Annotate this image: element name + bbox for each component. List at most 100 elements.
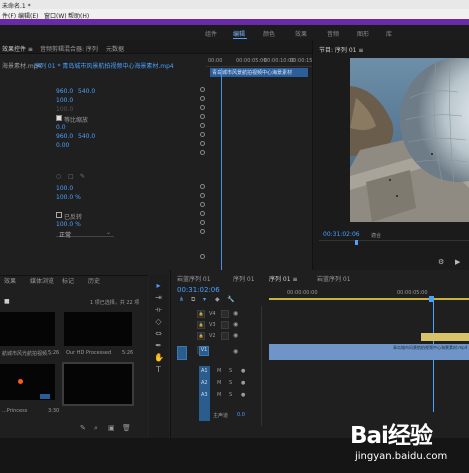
track-label-v1[interactable]: V1 — [199, 346, 209, 356]
track-sync-icon[interactable] — [221, 321, 229, 329]
tab-history[interactable]: 历史 — [88, 276, 100, 285]
workspace-tab-libraries[interactable]: 库 — [386, 29, 392, 38]
tab-markers[interactable]: 标记 — [62, 276, 74, 285]
master-track-value[interactable]: 0.0 — [237, 412, 245, 418]
reset-icon[interactable] — [200, 193, 205, 198]
tab-metadata[interactable]: 元数据 — [106, 44, 124, 53]
speed-value-2[interactable]: 100.0 % — [56, 221, 81, 228]
anchor-x-value[interactable]: 960.0 — [56, 133, 73, 140]
track-lock-icon[interactable]: 🔒 — [197, 321, 205, 329]
timeline-timecode[interactable]: 00:31:02:06 — [177, 286, 220, 294]
program-monitor-title[interactable]: 节目: 序列 01 ≡ — [319, 45, 363, 54]
pencil-icon[interactable]: ✎ — [80, 424, 86, 432]
new-item-icon[interactable]: ▣ — [108, 424, 115, 432]
wrench-icon[interactable]: ⚙ — [438, 258, 444, 266]
track-sync-icon[interactable] — [221, 332, 229, 340]
timeline-scrollbar[interactable] — [261, 306, 269, 426]
reset-icon[interactable] — [200, 229, 205, 234]
solo-button[interactable]: S — [229, 392, 232, 398]
program-timecode[interactable]: 00:31:02:06 — [323, 231, 360, 238]
track-sync-icon[interactable] — [221, 310, 229, 318]
reset-icon[interactable] — [200, 123, 205, 128]
program-playhead[interactable] — [355, 240, 358, 245]
solo-button[interactable]: S — [229, 380, 232, 386]
eye-icon[interactable]: ◉ — [233, 332, 238, 339]
reset-icon[interactable] — [200, 105, 205, 110]
tab-effect-controls[interactable]: 效果控件 ≡ — [2, 44, 33, 53]
reset-icon[interactable] — [200, 132, 205, 137]
position-y-value[interactable]: 540.0 — [78, 88, 95, 95]
solo-button[interactable]: S — [229, 368, 232, 374]
scale-value[interactable]: 100.0 — [56, 97, 73, 104]
timeline-tab[interactable]: 序列 01 — [233, 274, 255, 283]
keyframe-playhead[interactable] — [221, 68, 222, 275]
play-icon[interactable]: ▶ — [455, 258, 460, 266]
uniform-scale-checkbox[interactable] — [56, 115, 62, 121]
mic-icon[interactable]: ● — [241, 380, 245, 386]
wrench-icon[interactable]: 🔧 — [227, 296, 234, 303]
eye-icon[interactable]: ◉ — [233, 348, 238, 355]
workspace-tab-effects[interactable]: 效果 — [295, 29, 307, 38]
search-icon[interactable]: ⌕ — [94, 424, 98, 433]
zoom-select[interactable]: 適合 — [371, 232, 381, 239]
source-clip-label[interactable]: 序列 01 * 青岛城市风景航拍视频中心海景素材.mp4 — [34, 61, 174, 70]
add-marker-icon[interactable]: ▾ — [203, 296, 206, 303]
reset-icon[interactable] — [200, 141, 205, 146]
workspace-tab-editing[interactable]: 编辑 — [233, 29, 245, 38]
tab-audio-mixer[interactable]: 音频剪辑混合器: 序列 — [40, 44, 98, 53]
rotation-value[interactable]: 0.0 — [56, 124, 66, 131]
marker-icon[interactable]: ◆ — [215, 296, 220, 303]
timeline-tab[interactable]: 岩蓝序列 01 — [317, 274, 351, 283]
timeline-clip-v2[interactable] — [421, 333, 469, 341]
snap-icon[interactable]: ⋔ — [179, 296, 184, 303]
reset-icon[interactable] — [200, 211, 205, 216]
workspace-tab-graphics[interactable]: 图形 — [357, 29, 369, 38]
ripple-edit-icon[interactable]: ⟛ — [154, 305, 163, 314]
program-scrubber[interactable] — [319, 240, 469, 248]
reset-icon[interactable] — [200, 254, 205, 259]
timeline-tab[interactable]: 岩蓝序列 01 — [177, 274, 211, 283]
track-lock-icon[interactable]: 🔒 — [197, 310, 205, 318]
rect-mask-icon[interactable]: □ — [68, 173, 74, 180]
selection-tool-icon[interactable]: ▸ — [154, 281, 163, 290]
reset-icon[interactable] — [200, 114, 205, 119]
razor-icon[interactable]: ◇ — [154, 317, 163, 326]
tab-media-browser[interactable]: 媒体浏览 — [30, 276, 54, 285]
ellipse-mask-icon[interactable]: ○ — [56, 173, 61, 180]
pen-mask-icon[interactable]: ✎ — [80, 173, 85, 180]
hand-tool-icon[interactable]: ✋ — [154, 353, 164, 362]
opacity-value[interactable]: 100.0 — [56, 185, 73, 192]
clip-thumbnail-selected[interactable] — [62, 362, 134, 406]
keyframe-clip-bar[interactable]: 青岛城市风景航拍视频中心海景素材 — [210, 68, 308, 77]
eye-icon[interactable]: ◉ — [233, 310, 238, 317]
reset-icon[interactable] — [200, 96, 205, 101]
speed-value[interactable]: 100.0 % — [56, 194, 81, 201]
reset-icon[interactable] — [200, 202, 205, 207]
reset-icon[interactable] — [200, 87, 205, 92]
mute-button[interactable]: M — [217, 368, 221, 374]
trash-icon[interactable]: 🗑 — [122, 424, 131, 432]
workspace-tab-audio[interactable]: 音频 — [327, 29, 339, 38]
timeline-clip-v1[interactable]: 青岛城市风景航拍视频中心海景素材.mp4 — [269, 344, 469, 360]
clip-thumbnail[interactable] — [64, 312, 132, 346]
source-patch-v1[interactable] — [177, 346, 187, 360]
clip-thumbnail[interactable] — [0, 312, 55, 346]
eye-icon[interactable]: ◉ — [233, 321, 238, 328]
flicker-value[interactable]: 0.00 — [56, 142, 69, 149]
reset-icon[interactable] — [200, 220, 205, 225]
folder-icon[interactable]: ■ — [4, 298, 10, 305]
mute-button[interactable]: M — [217, 380, 221, 386]
mic-icon[interactable]: ● — [241, 392, 245, 398]
blend-mode-select[interactable]: 正常 ⌄ — [56, 229, 114, 239]
timeline-ruler[interactable]: 00:00:00:00 00:00:05:00 — [269, 286, 469, 304]
reset-icon[interactable] — [200, 150, 205, 155]
mute-button[interactable]: M — [217, 392, 221, 398]
track-select-icon[interactable]: ⇥ — [154, 293, 163, 302]
reset-icon[interactable] — [200, 184, 205, 189]
mic-icon[interactable]: ● — [241, 368, 245, 374]
workspace-tab-assembly[interactable]: 组件 — [205, 29, 217, 38]
slip-tool-icon[interactable]: ⇔ — [154, 329, 163, 338]
pen-tool-icon[interactable]: ✒ — [154, 341, 163, 350]
type-tool-icon[interactable]: T — [154, 365, 163, 374]
tab-effects[interactable]: 效果 — [4, 276, 16, 285]
